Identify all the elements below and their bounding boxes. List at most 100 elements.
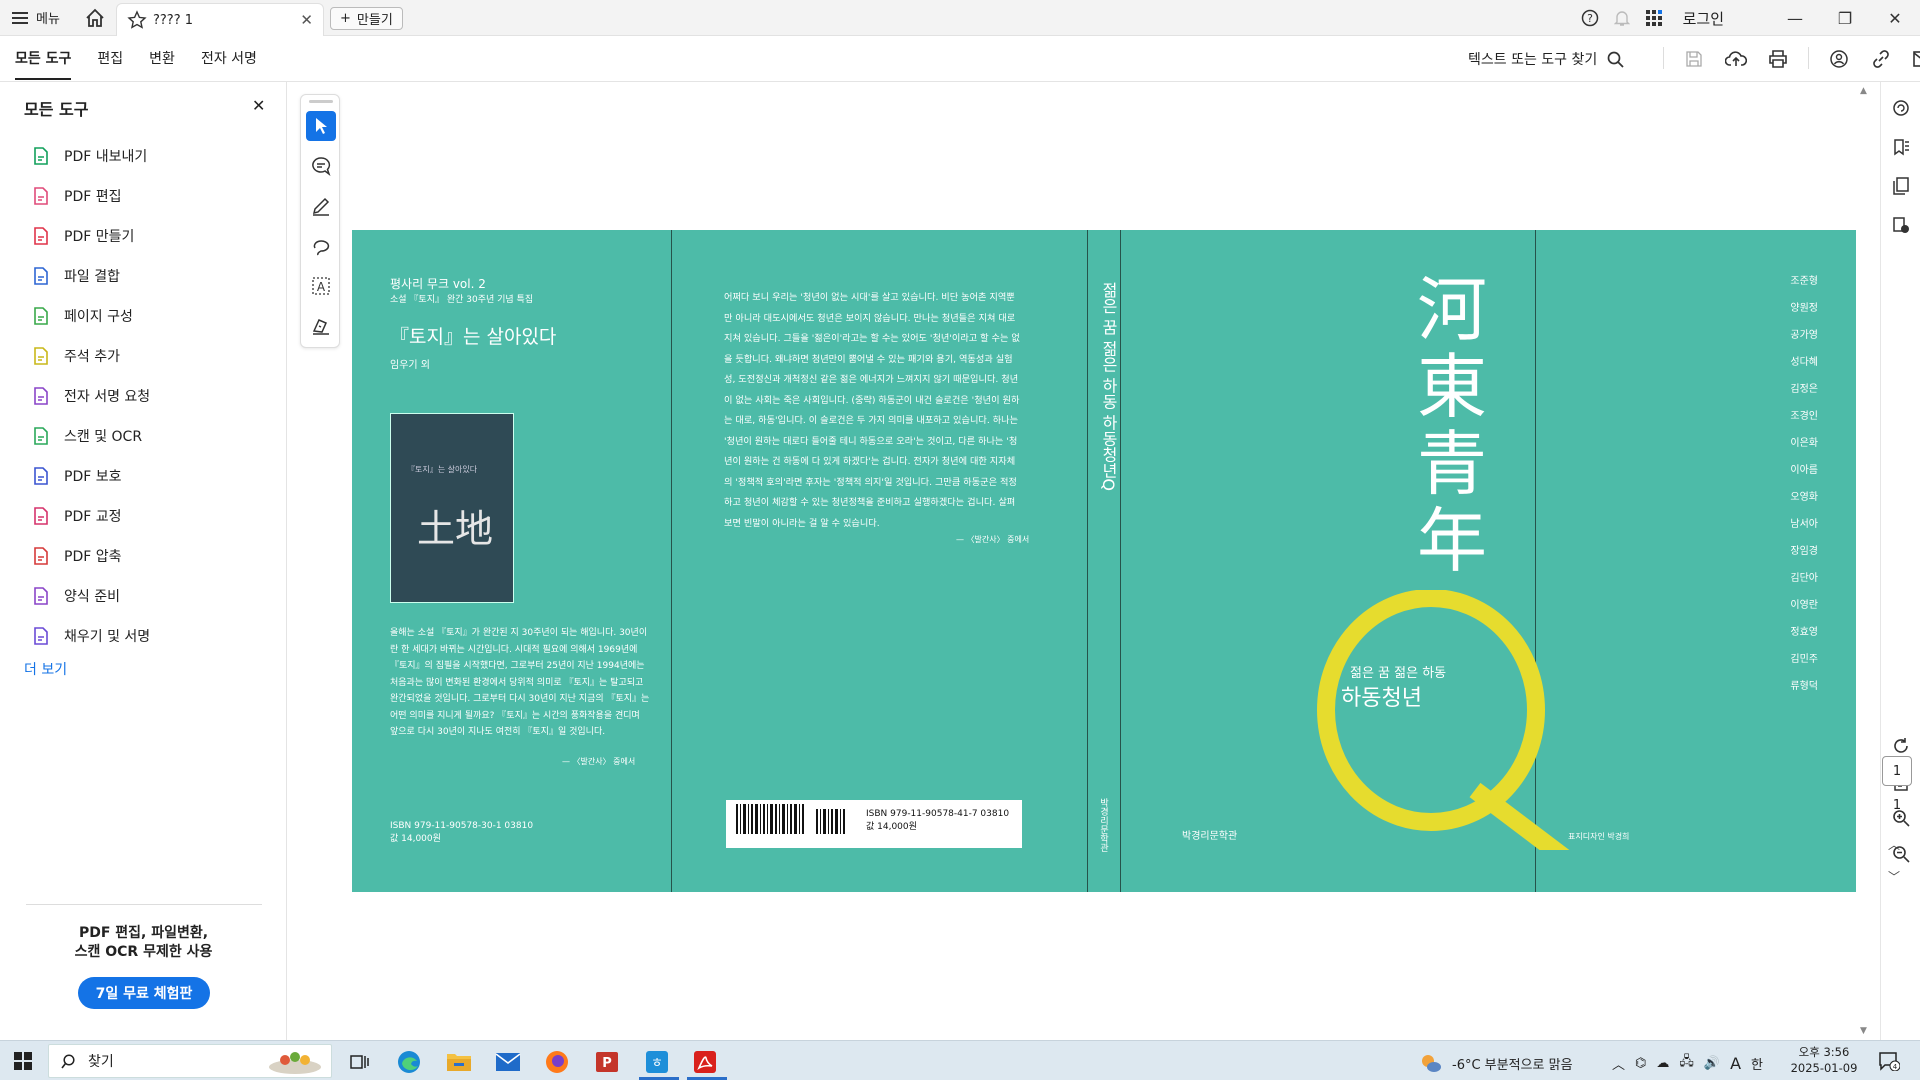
more-tools-link[interactable]: 더 보기 [24, 659, 67, 679]
home-icon[interactable] [84, 7, 106, 29]
scroll-up-arrow-icon[interactable]: ▲ [1860, 86, 1867, 96]
scroll-down-arrow-icon[interactable]: ▼ [1860, 1026, 1867, 1036]
tool-item-label: 전자 서명 요청 [64, 389, 151, 405]
quick-tools-bar: A [300, 94, 340, 348]
page-thumbnails-icon[interactable] [1891, 176, 1911, 196]
ai-assistant-icon[interactable] [1891, 98, 1911, 118]
close-tab-icon[interactable]: ✕ [300, 11, 313, 29]
tool-item[interactable]: PDF 압축 [32, 536, 150, 576]
email-icon[interactable] [1911, 47, 1920, 71]
notification-bell-icon[interactable] [1611, 7, 1633, 29]
onedrive-icon[interactable]: ☁ [1656, 1056, 1669, 1071]
menu-label: 메뉴 [36, 12, 60, 27]
total-pages: 1 [1892, 798, 1902, 813]
volume-icon[interactable]: 🔊 [1704, 1056, 1720, 1071]
upload-cloud-icon[interactable] [1724, 47, 1748, 71]
back-subtitle: 소설 『토지』 완간 30주년 기념 특집 [390, 295, 534, 305]
barcode-box: ISBN 979-11-90578-41-7 03810 값 14,000원 [726, 800, 1022, 848]
meet-now-icon[interactable]: ⌬ [1635, 1056, 1646, 1071]
weather-widget[interactable]: -6°C 부분적으로 맑음 [1420, 1052, 1573, 1074]
next-page-icon[interactable]: ﹀ [1888, 868, 1900, 885]
draw-tool[interactable] [306, 231, 336, 261]
taskbar-search[interactable]: 찾기 [48, 1044, 332, 1078]
search-highlight-icon [269, 1052, 321, 1074]
tool-item[interactable]: PDF 편집 [32, 176, 150, 216]
tool-item[interactable]: 양식 준비 [32, 576, 150, 616]
menu-tabs: 모든 도구 편집 변환 전자 서명 [15, 48, 257, 80]
vertical-scrollbar[interactable]: ▲ ▼ [1858, 82, 1872, 1040]
sign-tool[interactable] [306, 311, 336, 341]
hangul-word-icon[interactable]: ㅎ [644, 1049, 670, 1075]
contributor-name: 양원정 [1790, 303, 1818, 314]
current-page-input[interactable]: 1 [1882, 756, 1912, 786]
ime-mode[interactable]: 한 [1751, 1054, 1763, 1073]
maximize-icon[interactable]: ❐ [1820, 0, 1870, 36]
tool-item[interactable]: PDF 만들기 [32, 216, 150, 256]
tray-expand-icon[interactable]: ︿ [1612, 1054, 1625, 1073]
add-comment-tool[interactable] [306, 151, 336, 181]
help-icon[interactable]: ? [1579, 7, 1601, 29]
tool-search[interactable]: 텍스트 또는 도구 찾기 [1468, 49, 1624, 69]
free-trial-button[interactable]: 7일 무료 체험판 [78, 977, 210, 1009]
highlight-tool[interactable] [306, 191, 336, 221]
tool-item-label: PDF 보호 [64, 469, 122, 485]
network-icon[interactable]: 🖧 [1679, 1052, 1694, 1074]
accessibility-icon[interactable] [1891, 215, 1911, 235]
tab-edit[interactable]: 편집 [97, 48, 123, 80]
contributor-name: 조경인 [1790, 411, 1818, 422]
tab-esign[interactable]: 전자 서명 [201, 48, 257, 80]
select-tool[interactable] [306, 111, 336, 141]
input-indicator-icon[interactable]: A [1730, 1054, 1741, 1073]
firefox-icon[interactable] [544, 1049, 570, 1075]
powerpoint-icon[interactable]: P [594, 1049, 620, 1075]
minimize-icon[interactable]: — [1770, 0, 1820, 36]
text-box-tool[interactable]: A [306, 271, 336, 301]
apps-grid-icon[interactable] [1643, 7, 1665, 29]
star-icon[interactable] [127, 10, 147, 30]
tab-convert[interactable]: 변환 [149, 48, 175, 80]
tool-item[interactable]: 채우기 및 서명 [32, 616, 150, 656]
tool-item-label: 채우기 및 서명 [64, 629, 151, 645]
contributor-name: 김정은 [1790, 384, 1818, 395]
drag-handle[interactable] [309, 100, 333, 103]
rotate-icon[interactable] [1891, 736, 1911, 756]
task-view-icon[interactable] [346, 1049, 372, 1075]
windows-start-icon[interactable] [14, 1052, 32, 1070]
tool-item-label: 페이지 구성 [64, 309, 133, 325]
tool-item[interactable]: PDF 내보내기 [32, 136, 150, 176]
save-icon[interactable] [1682, 47, 1706, 71]
close-panel-icon[interactable]: ✕ [252, 96, 265, 115]
system-tray: ︿ ⌬ ☁ 🖧 🔊 A 한 [1612, 1052, 1763, 1074]
share-people-icon[interactable] [1827, 47, 1851, 71]
tool-item[interactable]: 주석 추가 [32, 336, 150, 376]
tool-item[interactable]: PDF 보호 [32, 456, 150, 496]
window-close-icon[interactable]: ✕ [1870, 0, 1920, 36]
link-icon[interactable] [1869, 47, 1893, 71]
document-tab[interactable]: ???? 1 ✕ [116, 3, 324, 36]
file-explorer-icon[interactable] [446, 1049, 472, 1075]
compress-pdf-icon [34, 547, 48, 565]
tab-all-tools[interactable]: 모든 도구 [15, 48, 72, 80]
bookmarks-icon[interactable] [1891, 137, 1911, 157]
back-source: — 〈발간사〉 중에서 [562, 757, 636, 766]
print-icon[interactable] [1766, 47, 1790, 71]
menu-button[interactable]: 메뉴 [12, 8, 60, 27]
tool-item[interactable]: 파일 결합 [32, 256, 150, 296]
notification-center-icon[interactable]: 4 [1878, 1051, 1901, 1075]
flap-price: 값 14,000원 [866, 822, 917, 832]
tool-item[interactable]: 페이지 구성 [32, 296, 150, 336]
create-button[interactable]: + 만들기 [330, 7, 403, 30]
contributor-name: 공가영 [1790, 330, 1818, 341]
mail-app-icon[interactable] [495, 1049, 521, 1075]
previous-page-icon[interactable]: ︿ [1888, 836, 1900, 853]
taskbar-clock[interactable]: 오후 3:56 2025-01-09 [1788, 1044, 1860, 1076]
lasso-icon [313, 240, 330, 256]
edge-browser-icon[interactable] [396, 1049, 422, 1075]
tool-item[interactable]: 전자 서명 요청 [32, 376, 150, 416]
tool-item[interactable]: 스캔 및 OCR [32, 416, 150, 456]
contributor-name: 이영란 [1790, 600, 1818, 611]
tool-item[interactable]: PDF 교정 [32, 496, 150, 536]
login-button[interactable]: 로그인 [1683, 8, 1724, 29]
tool-item-label: PDF 편집 [64, 189, 122, 205]
acrobat-icon[interactable] [692, 1049, 718, 1075]
